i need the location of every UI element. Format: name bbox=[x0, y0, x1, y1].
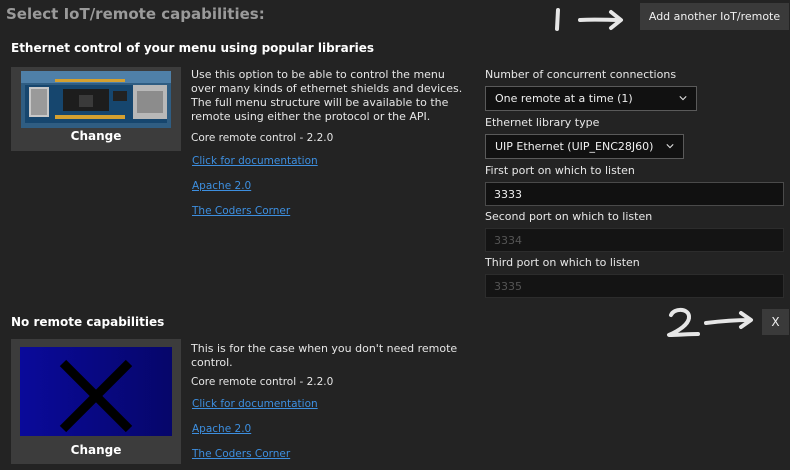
ethernet-change-label[interactable]: Change bbox=[11, 129, 181, 143]
none-change-label[interactable]: Change bbox=[11, 443, 181, 457]
remove-remote-button[interactable]: X bbox=[762, 309, 789, 335]
add-remote-button[interactable]: Add another IoT/remote bbox=[640, 3, 789, 30]
ethernet-license-link[interactable]: Apache 2.0 bbox=[192, 180, 251, 192]
library-select[interactable]: UIP Ethernet (UIP_ENC28J60) bbox=[485, 134, 684, 159]
port3-label: Third port on which to listen bbox=[485, 256, 640, 269]
port1-input[interactable]: 3333 bbox=[485, 182, 784, 206]
port1-label: First port on which to listen bbox=[485, 164, 635, 177]
connections-select-value: One remote at a time (1) bbox=[495, 92, 633, 105]
ethernet-image-panel[interactable]: Change bbox=[11, 67, 181, 151]
port2-input: 3334 bbox=[485, 228, 784, 252]
none-license-link[interactable]: Apache 2.0 bbox=[192, 423, 251, 435]
library-select-value: UIP Ethernet (UIP_ENC28J60) bbox=[495, 140, 654, 153]
none-author-link[interactable]: The Coders Corner bbox=[192, 448, 290, 460]
none-description: This is for the case when you don't need… bbox=[191, 342, 458, 369]
none-doc-link[interactable]: Click for documentation bbox=[192, 398, 318, 410]
connections-label: Number of concurrent connections bbox=[485, 68, 677, 81]
ethernet-section-title: Ethernet control of your menu using popu… bbox=[11, 41, 374, 55]
none-image-panel[interactable]: Change bbox=[11, 339, 181, 464]
chevron-down-icon bbox=[679, 96, 687, 101]
annotation-arrow-2 bbox=[667, 307, 753, 337]
ethernet-board-image bbox=[21, 71, 171, 128]
none-section-title: No remote capabilities bbox=[11, 315, 165, 329]
ethernet-author-link[interactable]: The Coders Corner bbox=[192, 205, 290, 217]
no-remote-x-image bbox=[20, 347, 172, 436]
connections-select[interactable]: One remote at a time (1) bbox=[485, 86, 697, 111]
ethernet-doc-link[interactable]: Click for documentation bbox=[192, 155, 318, 167]
library-label: Ethernet library type bbox=[485, 116, 600, 129]
ethernet-version: Core remote control - 2.2.0 bbox=[191, 132, 334, 144]
chevron-down-icon bbox=[666, 144, 674, 149]
port2-label: Second port on which to listen bbox=[485, 210, 653, 223]
port3-input: 3335 bbox=[485, 274, 784, 298]
page-title: Select IoT/remote capabilities: bbox=[6, 5, 265, 23]
annotation-arrow-1 bbox=[555, 8, 623, 31]
ethernet-description: Use this option to be able to control th… bbox=[191, 68, 463, 123]
none-version: Core remote control - 2.2.0 bbox=[191, 376, 334, 388]
